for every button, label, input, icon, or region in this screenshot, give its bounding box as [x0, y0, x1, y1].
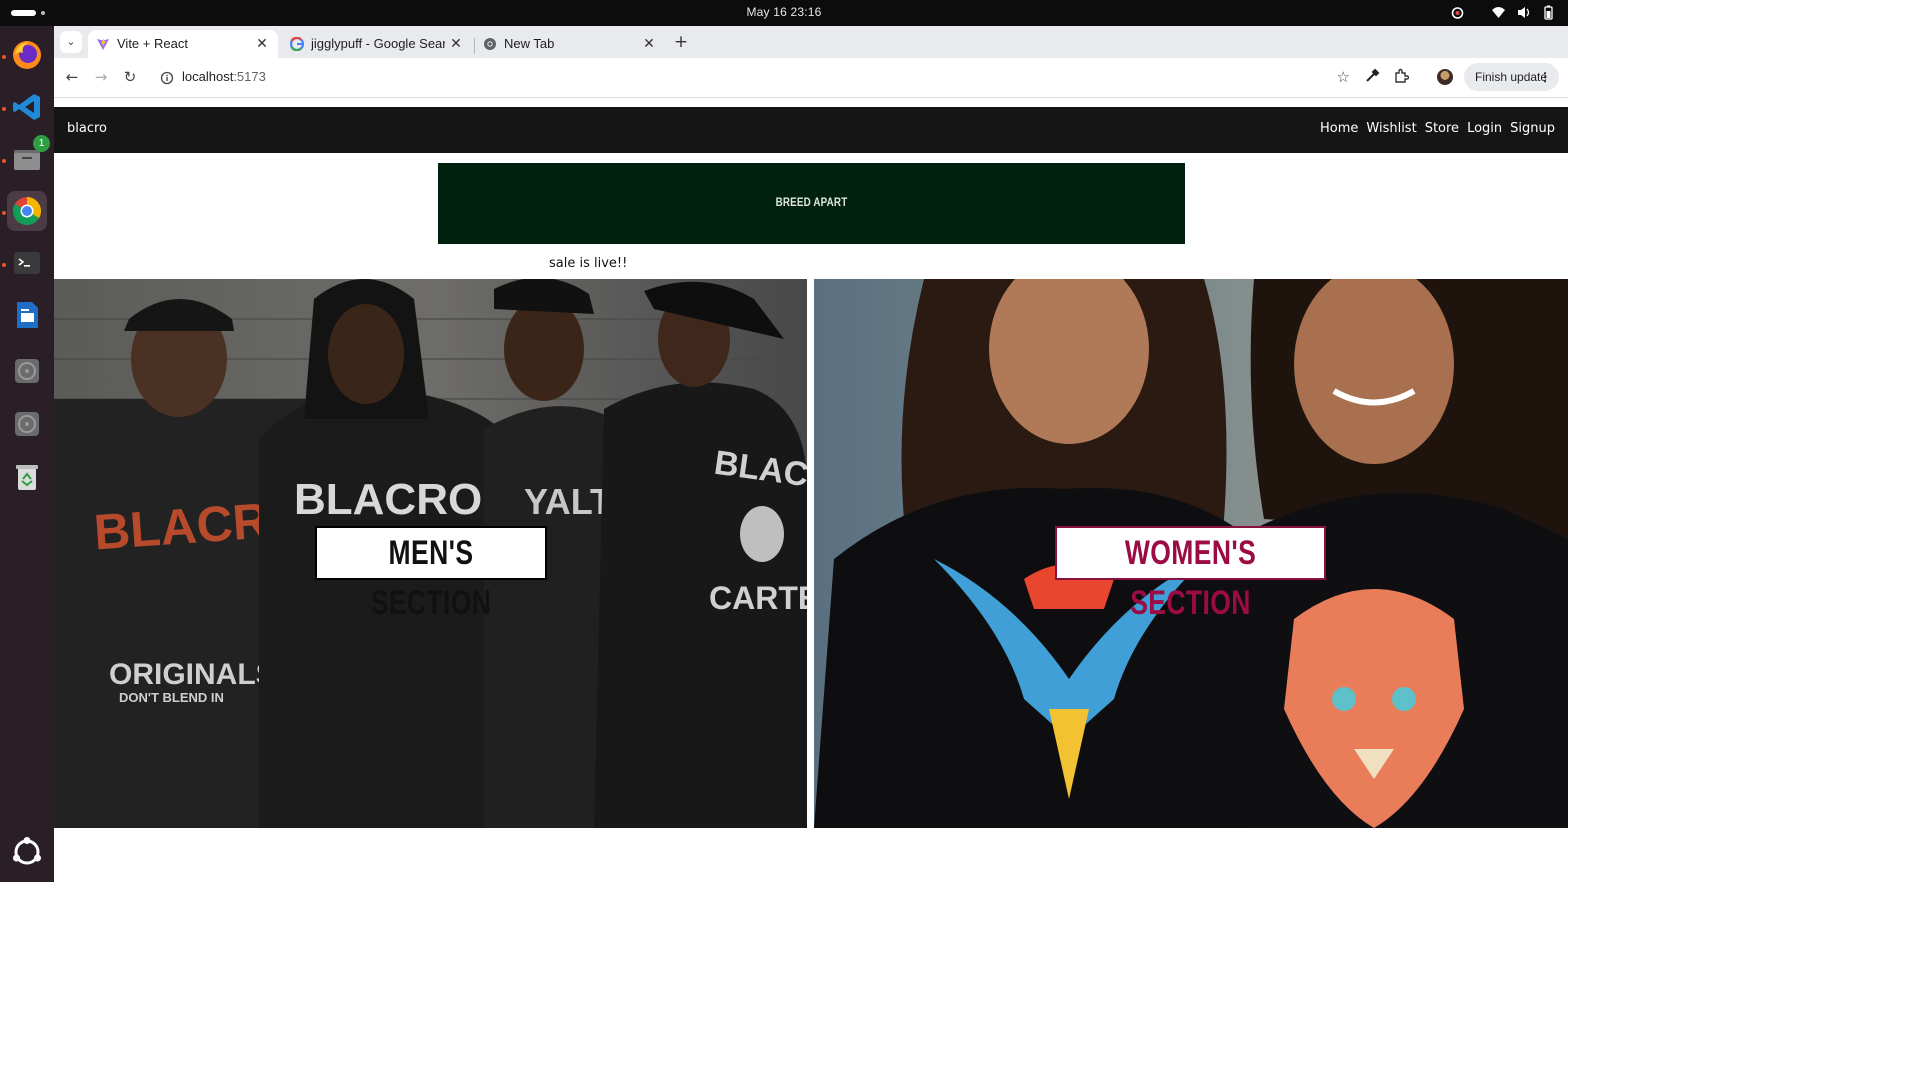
nav-home[interactable]: Home — [1320, 121, 1358, 136]
eyedropper-icon[interactable] — [1363, 68, 1381, 86]
alarm-icon[interactable] — [1450, 5, 1465, 20]
arrow-right-icon: → — [94, 68, 108, 86]
files-badge: 1 — [33, 135, 50, 152]
tab-strip: ⌄ Vite + React ✕ jigglypuff - Google Sea… — [54, 26, 1568, 58]
brand-logo[interactable]: blacro — [67, 121, 107, 136]
tab-title: Vite + React — [117, 36, 188, 51]
disk-icon[interactable] — [7, 351, 47, 391]
vscode-icon[interactable] — [7, 87, 47, 127]
url-port: :5173 — [233, 69, 266, 84]
finish-update-label: Finish update — [1475, 70, 1548, 84]
trash-icon[interactable] — [7, 457, 47, 497]
close-icon[interactable]: ✕ — [254, 35, 270, 51]
chrome-icon — [483, 37, 497, 51]
browser-window: ⌄ Vite + React ✕ jigglypuff - Google Sea… — [54, 26, 1568, 98]
google-icon — [289, 36, 305, 52]
terminal-icon[interactable] — [7, 243, 47, 283]
disk-icon[interactable] — [7, 404, 47, 444]
promo-banner: BREED APART — [438, 163, 1185, 244]
address-bar[interactable]: localhost:5173 ☆ — [150, 63, 1358, 91]
close-icon[interactable]: ✕ — [641, 35, 657, 51]
svg-text:ORIGINALS: ORIGINALS — [109, 658, 276, 691]
nav-links: Home Wishlist Store Login Signup — [1320, 121, 1555, 136]
womens-section-label[interactable]: WOMEN'S SECTION — [1055, 526, 1326, 622]
ubuntu-dock: 1 — [0, 26, 54, 882]
new-tab-button[interactable]: + — [672, 33, 690, 51]
running-indicator — [2, 211, 6, 215]
nav-store[interactable]: Store — [1425, 121, 1459, 136]
sale-text: sale is live!! — [549, 256, 628, 271]
system-top-bar: May 16 23:16 — [0, 0, 1568, 26]
site-navbar: blacro Home Wishlist Store Login Signup — [54, 107, 1568, 153]
bookmark-star-icon[interactable]: ☆ — [1337, 68, 1350, 86]
files-icon[interactable]: 1 — [7, 135, 50, 179]
writer-icon[interactable] — [7, 295, 47, 335]
site-info-icon[interactable] — [160, 70, 174, 85]
svg-text:DON'T BLEND IN: DON'T BLEND IN — [119, 690, 224, 705]
wifi-icon[interactable] — [1491, 5, 1506, 20]
plus-icon: + — [673, 32, 689, 52]
tab-new-tab[interactable]: New Tab ✕ — [475, 30, 665, 58]
svg-text:CARTEL: CARTEL — [709, 580, 807, 616]
arrow-left-icon: ← — [65, 68, 79, 86]
mens-section-text: MEN'S SECTION — [370, 534, 492, 622]
system-clock[interactable]: May 16 23:16 — [0, 5, 1568, 19]
extensions-icon[interactable] — [1392, 68, 1410, 86]
web-page: blacro Home Wishlist Store Login Signup … — [54, 98, 1568, 882]
nav-login[interactable]: Login — [1467, 121, 1502, 136]
volume-icon[interactable] — [1516, 5, 1531, 20]
close-icon[interactable]: ✕ — [448, 35, 464, 51]
tab-google-search[interactable]: jigglypuff - Google Search ✕ — [282, 30, 472, 58]
battery-icon[interactable] — [1541, 5, 1556, 20]
svg-text:BLACRO: BLACRO — [294, 475, 482, 524]
reload-icon: ↻ — [123, 68, 137, 86]
nav-signup[interactable]: Signup — [1510, 121, 1555, 136]
running-indicator — [2, 55, 6, 59]
reload-button[interactable]: ↻ — [121, 68, 139, 86]
tab-title: New Tab — [504, 36, 555, 51]
womens-section-text: WOMEN'S SECTION — [1124, 534, 1257, 622]
chevron-down-icon: ⌄ — [66, 35, 76, 48]
tab-title: jigglypuff - Google Search — [311, 36, 445, 51]
tab-search-button[interactable]: ⌄ — [60, 31, 82, 53]
system-tray[interactable] — [1450, 5, 1556, 20]
running-indicator — [2, 263, 6, 267]
back-button[interactable]: ← — [63, 68, 81, 86]
tab-vite-react[interactable]: Vite + React ✕ — [88, 30, 278, 58]
mens-section-label[interactable]: MEN'S SECTION — [315, 526, 547, 622]
profile-avatar[interactable] — [1437, 69, 1453, 85]
chrome-icon[interactable] — [7, 191, 47, 231]
running-indicator — [2, 107, 6, 111]
banner-text: BREED APART — [775, 195, 848, 209]
forward-button[interactable]: → — [92, 68, 110, 86]
mens-section-card[interactable]: BLACRO ORIGINALS DON'T BLEND IN BLACRO Y… — [54, 279, 807, 828]
vite-icon — [96, 37, 110, 51]
running-indicator — [2, 159, 6, 163]
womens-section-card[interactable]: WOMEN'S SECTION — [814, 279, 1568, 828]
nav-wishlist[interactable]: Wishlist — [1366, 121, 1416, 136]
url-host: localhost — [182, 69, 234, 84]
browser-toolbar: ← → ↻ localhost:5173 ☆ Finish update ⋮ — [54, 58, 1568, 98]
show-apps-icon[interactable] — [7, 832, 47, 872]
kebab-menu-icon[interactable]: ⋮ — [1539, 63, 1551, 91]
firefox-icon[interactable] — [7, 35, 47, 75]
url-text: localhost:5173 — [182, 69, 266, 84]
finish-update-button[interactable]: Finish update ⋮ — [1464, 63, 1559, 91]
